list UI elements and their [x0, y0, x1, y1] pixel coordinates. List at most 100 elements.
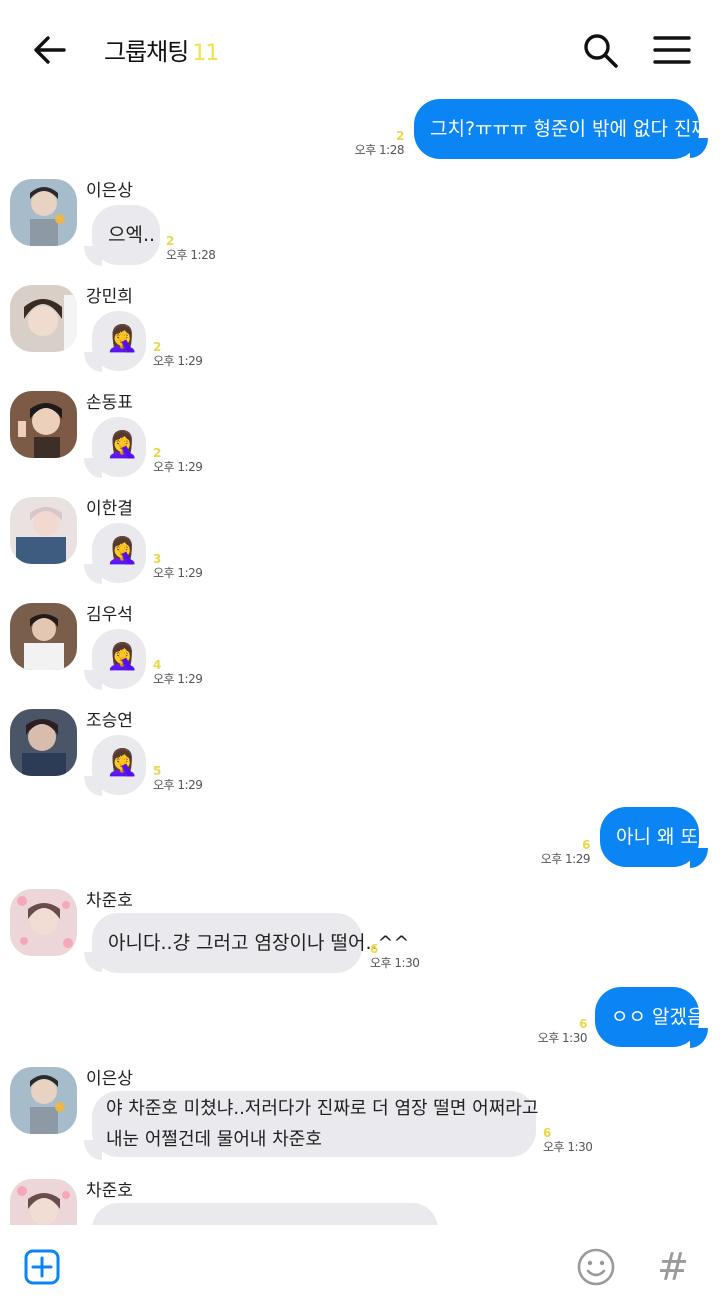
- sender-name: 차준호: [86, 1181, 133, 1201]
- avatar[interactable]: [10, 889, 77, 956]
- profile-photo: [10, 285, 77, 352]
- back-button[interactable]: [30, 30, 70, 70]
- profile-photo: [10, 889, 77, 956]
- outgoing-message: 2 오후 1:28 그치?ㅠㅠㅠ 형준이 밖에 없다 진짜ㅠㅠㅠ: [0, 96, 720, 166]
- unread-count: 6: [370, 942, 378, 956]
- member-count: 11: [192, 41, 219, 66]
- add-button[interactable]: [24, 1249, 60, 1285]
- message-meta: 6 오후 1:30: [537, 1017, 588, 1045]
- profile-photo: [10, 179, 77, 246]
- message-time: 오후 1:29: [153, 778, 203, 792]
- sender-name: 차준호: [86, 891, 133, 911]
- message-meta: 2 오후 1:28: [354, 129, 405, 157]
- unread-count: 2: [153, 446, 161, 460]
- message-bubble[interactable]: 아니 왜 또: [600, 807, 699, 867]
- message-line-1: 야 차준호 미쳤냐..저러다가 진짜로 더 염장 떨면 어쩌라고: [106, 1098, 539, 1119]
- message-bubble[interactable]: 으엑..: [92, 205, 160, 265]
- sender-name: 김우석: [86, 605, 133, 625]
- search-button[interactable]: [580, 30, 620, 70]
- chat-title: 그룹채팅 11: [104, 32, 219, 67]
- message-bubble[interactable]: 🤦‍♀️: [92, 629, 146, 689]
- message-time: 오후 1:29: [153, 354, 203, 368]
- avatar[interactable]: [10, 179, 77, 246]
- avatar[interactable]: [10, 391, 77, 458]
- hashtag-button[interactable]: #: [654, 1247, 692, 1287]
- outgoing-message: 6 오후 1:30 ㅇㅇ 알겠음: [0, 986, 720, 1056]
- message-meta: 2 오후 1:29: [153, 340, 203, 368]
- avatar[interactable]: [10, 1179, 77, 1225]
- message-bubble[interactable]: 🤦‍♀️: [92, 311, 146, 371]
- unread-count: 6: [579, 1017, 587, 1031]
- unread-count: 5: [153, 764, 161, 778]
- chat-header: 그룹채팅 11: [0, 0, 720, 96]
- avatar[interactable]: [10, 497, 77, 564]
- unread-count: 3: [153, 552, 161, 566]
- message-time: 오후 1:29: [153, 460, 203, 474]
- message-time: 오후 1:29: [153, 672, 203, 686]
- message-meta: 2 오후 1:28: [166, 234, 216, 262]
- message-time: 오후 1:29: [153, 566, 203, 580]
- smiley-icon: [577, 1248, 615, 1286]
- message-bubble[interactable]: 🤦‍♀️: [92, 417, 146, 477]
- unread-count: 6: [582, 838, 590, 852]
- avatar[interactable]: [10, 603, 77, 670]
- sender-name: 손동표: [86, 393, 133, 413]
- message-time: 오후 1:30: [537, 1031, 588, 1045]
- profile-photo: [10, 603, 77, 670]
- message-meta: 5 오후 1:29: [153, 764, 203, 792]
- incoming-message: 이한결 🤦‍♀️ 3 오후 1:29: [0, 494, 720, 594]
- message-bubble[interactable]: 야 차준호 미쳤냐..저러다가 진짜로 더 염장 떨면 어쩌라고 내눈 어쩔건데…: [92, 1091, 539, 1157]
- profile-photo: [10, 1067, 77, 1134]
- message-time: 오후 1:28: [354, 143, 405, 157]
- profile-photo: [10, 709, 77, 776]
- incoming-message: 조승연 🤦‍♀️ 5 오후 1:29: [0, 706, 720, 806]
- emoji-button[interactable]: [576, 1247, 616, 1287]
- incoming-message: 차준호: [0, 1176, 720, 1225]
- profile-photo: [10, 391, 77, 458]
- message-bubble[interactable]: 아니다..걍 그러고 염장이나 떨어..^^: [92, 913, 409, 973]
- message-time: 오후 1:28: [166, 248, 216, 262]
- plus-square-icon: [24, 1249, 60, 1285]
- outgoing-message: 6 오후 1:29 아니 왜 또: [0, 806, 720, 876]
- message-time: 오후 1:30: [370, 956, 420, 970]
- avatar[interactable]: [10, 285, 77, 352]
- message-meta: 6 오후 1:30: [543, 1126, 593, 1154]
- unread-count: 4: [153, 658, 161, 672]
- message-meta: 6 오후 1:30: [370, 942, 420, 970]
- sender-name: 이한결: [86, 499, 133, 519]
- unread-count: 2: [396, 129, 404, 143]
- message-time: 오후 1:29: [540, 852, 591, 866]
- incoming-message: 차준호 아니다..걍 그러고 염장이나 떨어..^^ 6 오후 1:30: [0, 886, 720, 981]
- message-time: 오후 1:30: [543, 1140, 593, 1154]
- bottom-toolbar: #: [0, 1225, 720, 1299]
- arrow-left-icon: [34, 36, 66, 64]
- sender-name: 조승연: [86, 711, 133, 731]
- unread-count: 2: [153, 340, 161, 354]
- chat-title-text: 그룹채팅: [104, 38, 189, 66]
- incoming-message: 이은상 야 차준호 미쳤냐..저러다가 진짜로 더 염장 떨면 어쩌라고 내눈 …: [0, 1066, 720, 1186]
- avatar[interactable]: [10, 709, 77, 776]
- message-bubble[interactable]: 🤦‍♀️: [92, 523, 146, 583]
- avatar[interactable]: [10, 1067, 77, 1134]
- sender-name: 이은상: [86, 1069, 133, 1089]
- chat-message-list[interactable]: 2 오후 1:28 그치?ㅠㅠㅠ 형준이 밖에 없다 진짜ㅠㅠㅠ 이은상 으엑.…: [0, 96, 720, 1225]
- hamburger-menu-icon: [653, 36, 691, 64]
- message-bubble[interactable]: 🤦‍♀️: [92, 735, 146, 795]
- menu-button[interactable]: [652, 30, 692, 70]
- search-icon: [584, 34, 618, 68]
- message-line-2: 내눈 어쩔건데 물어내 차준호: [106, 1129, 322, 1150]
- sender-name: 강민희: [86, 287, 133, 307]
- message-bubble[interactable]: 그치?ㅠㅠㅠ 형준이 밖에 없다 진짜ㅠㅠㅠ: [414, 99, 720, 159]
- message-meta: 3 오후 1:29: [153, 552, 203, 580]
- message-meta: 2 오후 1:29: [153, 446, 203, 474]
- message-bubble[interactable]: [92, 1203, 438, 1225]
- unread-count: 2: [166, 234, 174, 248]
- sender-name: 이은상: [86, 181, 133, 201]
- message-meta: 6 오후 1:29: [540, 838, 591, 866]
- unread-count: 6: [543, 1126, 551, 1140]
- profile-photo: [10, 497, 77, 564]
- profile-photo: [10, 1179, 77, 1225]
- message-meta: 4 오후 1:29: [153, 658, 203, 686]
- message-bubble[interactable]: ㅇㅇ 알겠음: [595, 987, 704, 1047]
- hashtag-icon: #: [657, 1245, 689, 1289]
